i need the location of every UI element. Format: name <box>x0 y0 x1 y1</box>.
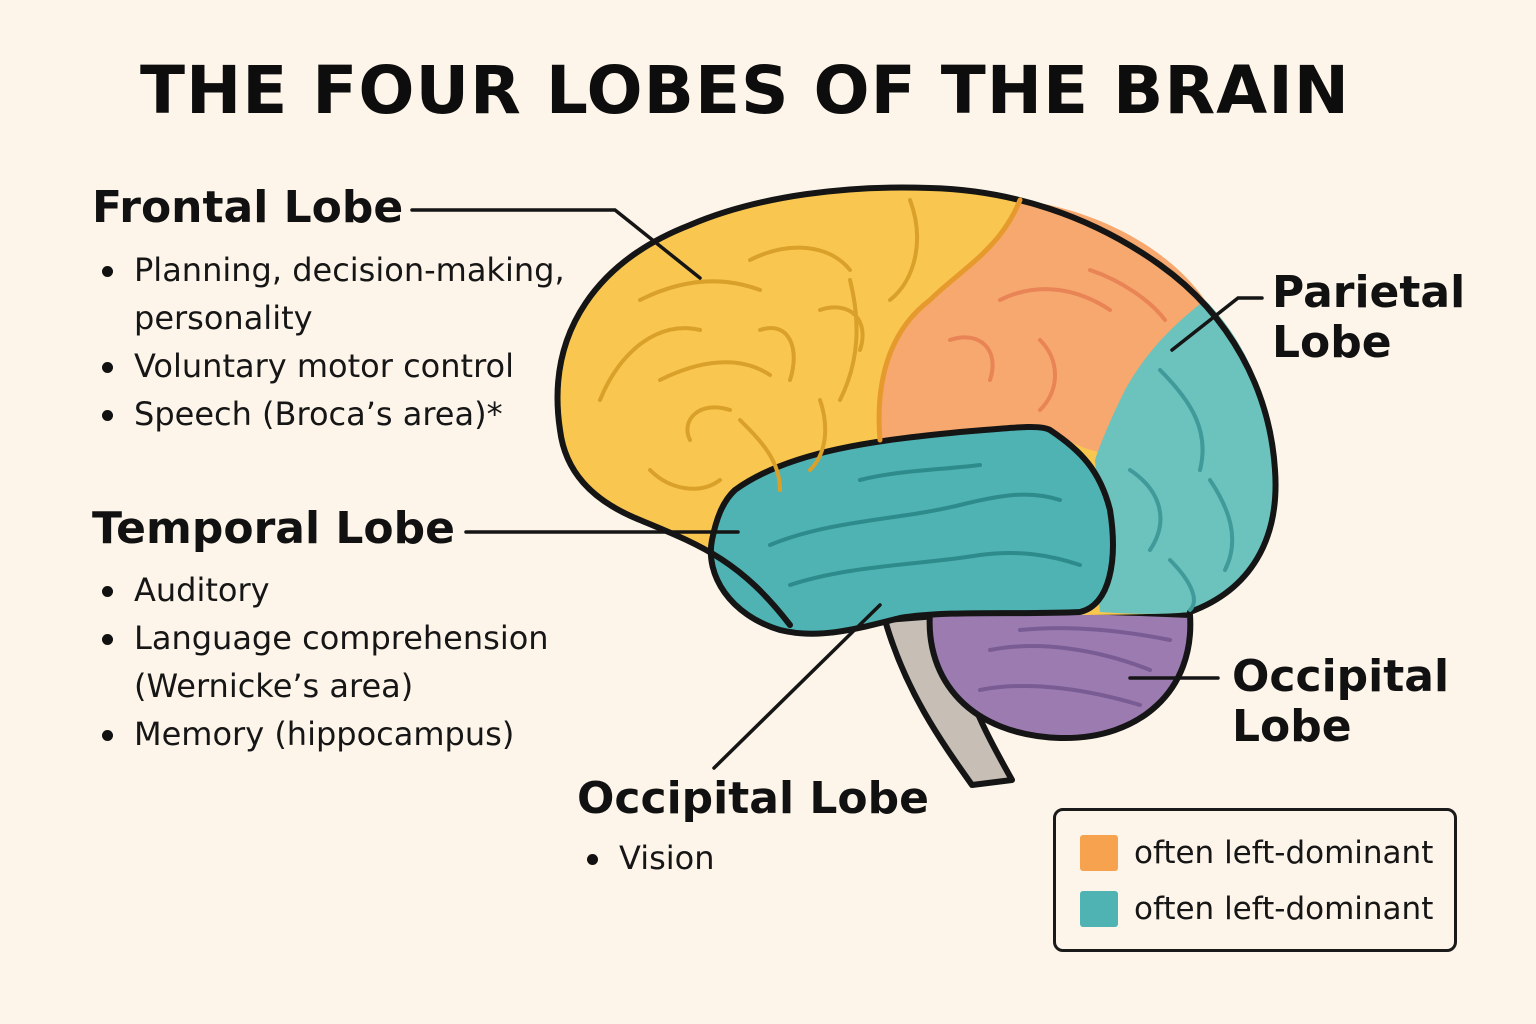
occipital-lobe-label: Occipital Lobe <box>1232 651 1450 752</box>
list-item: Language comprehension (Wernicke’s area) <box>92 614 612 710</box>
list-item: Memory (hippocampus) <box>92 710 612 758</box>
parietal-lobe-label: Parietal Lobe <box>1272 267 1466 368</box>
frontal-lobe-bullets: Planning, decision-making, personality V… <box>92 246 612 438</box>
frontal-lobe-heading: Frontal Lobe <box>92 182 404 233</box>
legend-item: often left-dominant <box>1080 889 1433 929</box>
occipital-lobe-heading: Occipital Lobe <box>577 773 929 824</box>
legend-label: often left-dominant <box>1134 891 1434 927</box>
legend-item: often left-dominant <box>1080 833 1433 873</box>
legend-swatch-orange <box>1080 835 1118 871</box>
list-item: Vision <box>577 834 877 882</box>
temporal-lobe-bullets: Auditory Language comprehension (Wernick… <box>92 566 612 758</box>
list-item: Planning, decision-making, personality <box>92 246 612 342</box>
list-item: Auditory <box>92 566 612 614</box>
temporal-lobe-heading: Temporal Lobe <box>92 503 455 554</box>
list-item: Speech (Broca’s area)* <box>92 390 612 438</box>
legend: often left-dominant often left-dominant <box>1053 808 1457 952</box>
occipital-lobe-bullets: Vision <box>577 834 877 882</box>
legend-swatch-teal <box>1080 891 1118 927</box>
list-item: Voluntary motor control <box>92 342 612 390</box>
legend-label: often left-dominant <box>1134 835 1434 871</box>
